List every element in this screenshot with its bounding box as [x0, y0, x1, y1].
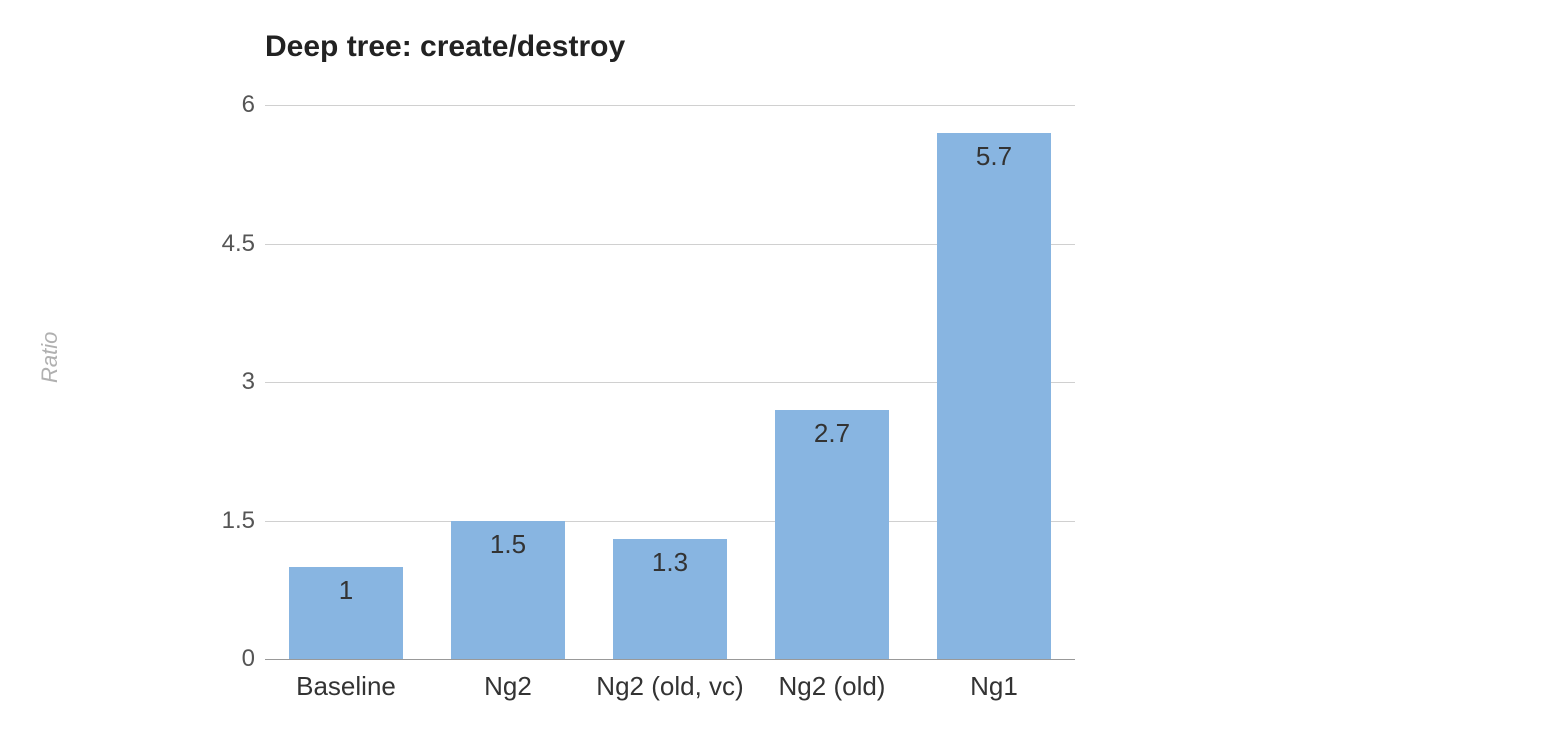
bar-ng2-old: 2.7 [775, 410, 888, 659]
y-tick-label: 3 [195, 368, 255, 396]
chart-container: Deep tree: create/destroy Ratio 6 4.5 3 … [40, 20, 1140, 756]
x-tick-label: Ng1 [913, 670, 1075, 704]
bar-value: 1 [339, 575, 353, 606]
y-tick-label: 6 [195, 91, 255, 119]
y-tick-label: 1.5 [195, 507, 255, 535]
bar-group: 1.3 [589, 105, 751, 659]
x-labels-row: Baseline Ng2 Ng2 (old, vc) Ng2 (old) Ng1 [265, 670, 1075, 704]
bar-value: 1.3 [652, 547, 688, 578]
bar-group: 2.7 [751, 105, 913, 659]
chart-title: Deep tree: create/destroy [265, 30, 1140, 64]
plot-area: 6 4.5 3 1.5 0 1 1.5 1.3 [265, 105, 1075, 660]
x-tick-label: Ng2 [427, 670, 589, 704]
bar-value: 5.7 [976, 141, 1012, 172]
bar-baseline: 1 [289, 567, 402, 659]
x-tick-label: Baseline [265, 670, 427, 704]
bar-group: 5.7 [913, 105, 1075, 659]
y-axis-label: Ratio [37, 332, 63, 383]
bar-value: 2.7 [814, 418, 850, 449]
x-tick-label: Ng2 (old) [751, 670, 913, 704]
bar-ng2: 1.5 [451, 521, 564, 660]
bar-ng1: 5.7 [937, 133, 1050, 659]
y-tick-label: 4.5 [195, 230, 255, 258]
y-tick-label: 0 [195, 645, 255, 673]
bar-ng2-old-vc: 1.3 [613, 539, 726, 659]
bars-row: 1 1.5 1.3 2.7 5.7 [265, 105, 1075, 659]
x-tick-label: Ng2 (old, vc) [589, 670, 751, 704]
bar-value: 1.5 [490, 529, 526, 560]
bar-group: 1.5 [427, 105, 589, 659]
bar-group: 1 [265, 105, 427, 659]
